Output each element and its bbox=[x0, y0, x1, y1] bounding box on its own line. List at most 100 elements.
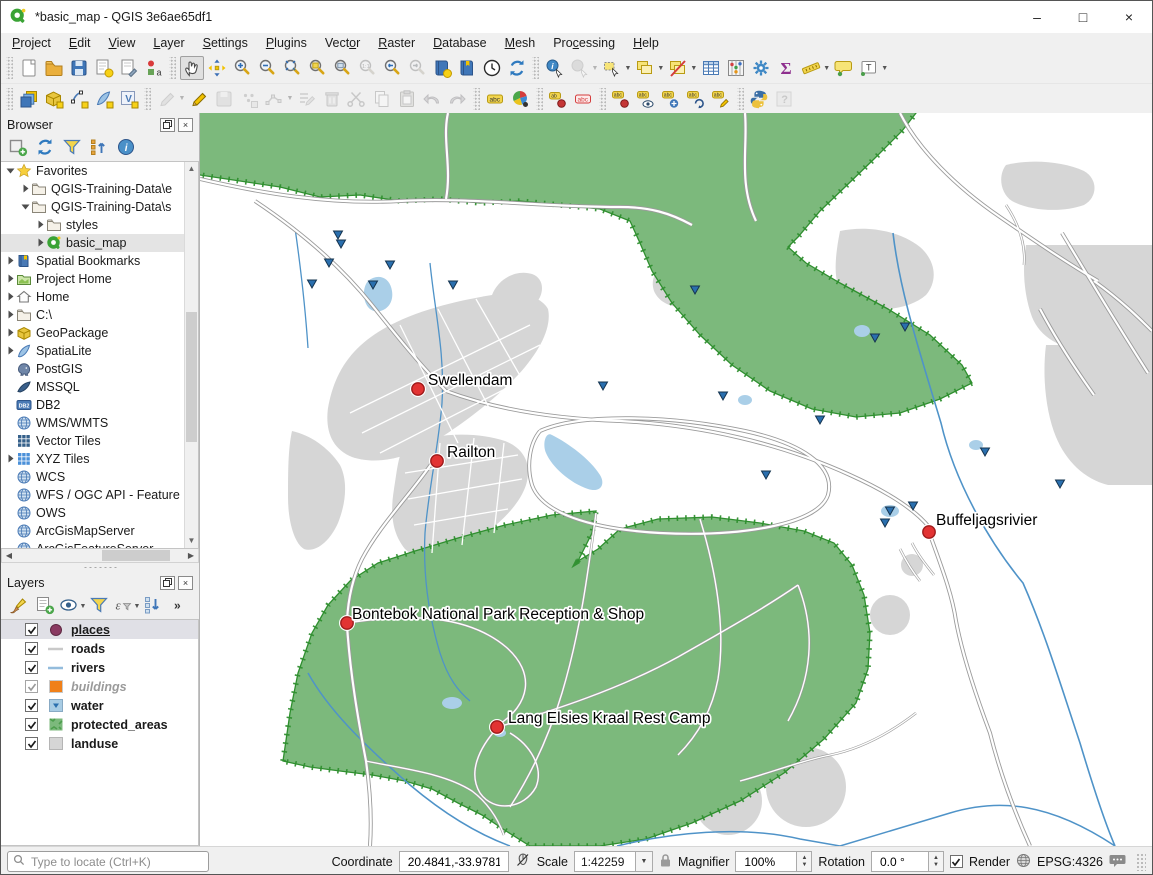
expander-open-icon[interactable] bbox=[20, 200, 31, 214]
rotation-input[interactable] bbox=[878, 854, 922, 870]
layer-row-water[interactable]: water bbox=[1, 696, 198, 715]
show-hide-labels-button[interactable]: abc bbox=[634, 87, 658, 111]
scroll-up-icon[interactable]: ▲ bbox=[185, 162, 198, 176]
layer-row-roads[interactable]: roads bbox=[1, 639, 198, 658]
layer-row-places[interactable]: places bbox=[1, 620, 198, 639]
lock-scale-icon[interactable] bbox=[659, 853, 672, 871]
rotation-box[interactable] bbox=[871, 851, 929, 872]
dropdown-arrow-icon[interactable]: ▼ bbox=[592, 65, 599, 72]
zoom-to-selection-button[interactable] bbox=[305, 56, 329, 80]
scroll-thumb[interactable] bbox=[186, 312, 197, 442]
measure-line-button[interactable]: ▼ bbox=[799, 56, 831, 80]
new-spatial-bookmark-button[interactable] bbox=[430, 56, 454, 80]
layer-visibility-checkbox[interactable] bbox=[25, 718, 38, 731]
browser-vscrollbar[interactable]: ▲ ▼ bbox=[184, 162, 198, 548]
layer-row-rivers[interactable]: rivers bbox=[1, 658, 198, 677]
enable-properties-widget-button[interactable]: i bbox=[116, 139, 136, 159]
text-annotation-button[interactable]: T▼ bbox=[857, 56, 889, 80]
menu-mesh[interactable]: Mesh bbox=[496, 35, 545, 51]
expander-closed-icon[interactable] bbox=[20, 182, 31, 196]
browser-item-c[interactable]: C:\ bbox=[1, 306, 184, 324]
new-virtual-layer-button[interactable]: V bbox=[117, 87, 141, 111]
rotation-spinner[interactable]: ▲▼ bbox=[929, 851, 944, 872]
coordinate-display-toggle-icon[interactable] bbox=[515, 852, 531, 871]
menu-plugins[interactable]: Plugins bbox=[257, 35, 316, 51]
more-tools-button[interactable]: » bbox=[170, 597, 190, 617]
pin-unpin-labels-button[interactable]: abc bbox=[609, 87, 633, 111]
menu-database[interactable]: Database bbox=[424, 35, 496, 51]
expander-closed-icon[interactable] bbox=[5, 344, 16, 358]
open-project-button[interactable] bbox=[42, 56, 66, 80]
browser-item-ows[interactable]: OWS bbox=[1, 504, 184, 522]
layer-labeling-options-button[interactable]: abc bbox=[483, 87, 507, 111]
zoom-in-button[interactable] bbox=[230, 56, 254, 80]
expand-collapse-all-button[interactable] bbox=[143, 597, 163, 617]
filter-by-expression-button[interactable]: ε▼ bbox=[116, 597, 136, 617]
pan-map-button[interactable] bbox=[180, 56, 204, 80]
expander-closed-icon[interactable] bbox=[5, 272, 16, 286]
browser-item-postgis[interactable]: PostGIS bbox=[1, 360, 184, 378]
layer-visibility-checkbox[interactable] bbox=[25, 642, 38, 655]
place-marker[interactable] bbox=[431, 455, 443, 467]
expander-closed-icon[interactable] bbox=[5, 254, 16, 268]
temporal-controller-button[interactable] bbox=[480, 56, 504, 80]
browser-item-spatialite[interactable]: SpatiaLite bbox=[1, 342, 184, 360]
menu-view[interactable]: View bbox=[99, 35, 144, 51]
scroll-left-icon[interactable]: ◀ bbox=[2, 549, 16, 562]
toolbar-grip[interactable] bbox=[6, 57, 13, 79]
show-layout-manager-button[interactable] bbox=[117, 56, 141, 80]
highlight-unplaced-labels-button[interactable]: abc bbox=[571, 87, 595, 111]
rotate-label-button[interactable]: abc bbox=[684, 87, 708, 111]
menu-layer[interactable]: Layer bbox=[144, 35, 193, 51]
zoom-last-button[interactable] bbox=[380, 56, 404, 80]
browser-item-qgis-training-data-s[interactable]: QGIS-Training-Data\s bbox=[1, 198, 184, 216]
toggle-editing-button[interactable] bbox=[187, 87, 211, 111]
menu-help[interactable]: Help bbox=[624, 35, 668, 51]
browser-item-home[interactable]: Home bbox=[1, 288, 184, 306]
menu-processing[interactable]: Processing bbox=[544, 35, 624, 51]
maximize-button[interactable]: □ bbox=[1060, 1, 1106, 33]
magnifier-box[interactable] bbox=[735, 851, 797, 872]
new-print-layout-button[interactable] bbox=[92, 56, 116, 80]
expander-open-icon[interactable] bbox=[5, 164, 16, 178]
zoom-full-button[interactable] bbox=[280, 56, 304, 80]
browser-item-xyz-tiles[interactable]: XYZ Tiles bbox=[1, 450, 184, 468]
dropdown-arrow-icon[interactable]: ▼ bbox=[179, 95, 186, 102]
select-features-button[interactable]: ▼ bbox=[600, 56, 632, 80]
layer-row-protected_areas[interactable]: protected_areas bbox=[1, 715, 198, 734]
toolbar-grip[interactable] bbox=[6, 88, 13, 110]
browser-item-wcs[interactable]: WCS bbox=[1, 468, 184, 486]
map-tips-button[interactable] bbox=[832, 56, 856, 80]
place-marker[interactable] bbox=[491, 721, 503, 733]
new-project-button[interactable] bbox=[17, 56, 41, 80]
expander-closed-icon[interactable] bbox=[5, 308, 16, 322]
browser-item-project-home[interactable]: Project Home bbox=[1, 270, 184, 288]
layer-diagram-options-button[interactable] bbox=[508, 87, 532, 111]
refresh-browser-button[interactable] bbox=[35, 139, 55, 159]
dropdown-arrow-icon[interactable]: ▼ bbox=[286, 95, 293, 102]
filter-browser-button[interactable] bbox=[62, 139, 82, 159]
scroll-right-icon[interactable]: ▶ bbox=[184, 549, 198, 562]
open-layer-styling-button[interactable] bbox=[8, 597, 28, 617]
locator-input[interactable] bbox=[29, 854, 203, 870]
field-calculator-button[interactable] bbox=[724, 56, 748, 80]
browser-item-vector-tiles[interactable]: Vector Tiles bbox=[1, 432, 184, 450]
collapse-all-button[interactable] bbox=[89, 139, 109, 159]
menu-raster[interactable]: Raster bbox=[369, 35, 424, 51]
browser-item-spatial-bookmarks[interactable]: Spatial Bookmarks bbox=[1, 252, 184, 270]
scale-combo[interactable]: 1:42259 bbox=[574, 851, 636, 872]
new-geopackage-layer-button[interactable] bbox=[42, 87, 66, 111]
style-manager-button[interactable]: a bbox=[142, 56, 166, 80]
browser-item-qgis-training-data-e[interactable]: QGIS-Training-Data\e bbox=[1, 180, 184, 198]
zoom-to-layer-button[interactable] bbox=[330, 56, 354, 80]
layer-visibility-checkbox[interactable] bbox=[25, 661, 38, 674]
browser-hscrollbar[interactable]: ◀ ▶ bbox=[1, 549, 199, 563]
open-attribute-table-button[interactable] bbox=[699, 56, 723, 80]
resize-grip[interactable] bbox=[1136, 853, 1146, 871]
browser-item-wms-wmts[interactable]: WMS/WMTS bbox=[1, 414, 184, 432]
scroll-down-icon[interactable]: ▼ bbox=[185, 534, 198, 548]
expander-closed-icon[interactable] bbox=[5, 326, 16, 340]
place-marker[interactable] bbox=[923, 526, 935, 538]
place-marker[interactable] bbox=[412, 383, 424, 395]
coordinate-input[interactable] bbox=[406, 854, 502, 870]
